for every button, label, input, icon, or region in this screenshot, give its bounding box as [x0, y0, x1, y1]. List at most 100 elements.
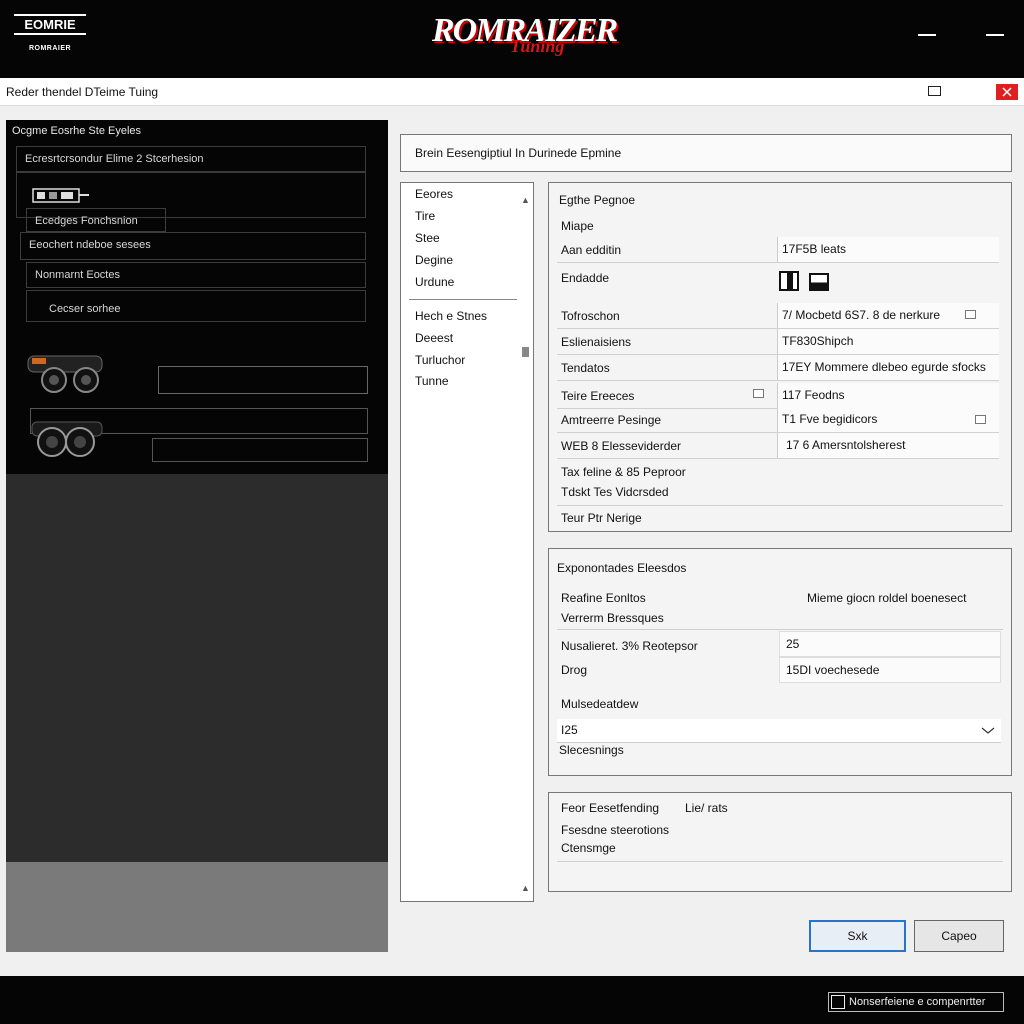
properties-subheader: Miape [561, 219, 594, 233]
left-panel-row-label: Ecedges Fonchsnion [35, 215, 138, 227]
property-row: Aan edditin 17F5B leats [557, 237, 999, 263]
scroll-down-arrow-icon[interactable]: ▲ [521, 883, 530, 893]
property-note: Tdskt Tes Vidcrsded [561, 485, 669, 499]
list-item[interactable]: Tunne [415, 374, 449, 388]
cancel-button[interactable]: Capeo [914, 920, 1004, 952]
category-list: Eeores Tire Stee Degine Urdune Hech e St… [400, 182, 534, 902]
status-indicator[interactable]: Nonserfeiene e compenrtter [828, 992, 1004, 1012]
exponentials-value: Mieme giocn roldel boenesect [807, 591, 967, 605]
property-row: Eslienaisiens TF830Shipch [557, 329, 999, 355]
left-panel-row[interactable]: Cecser sorhee [26, 290, 366, 322]
divider [557, 505, 1003, 506]
minimize-button[interactable] [916, 28, 938, 42]
notes-label: Fsesdne steerotions [561, 823, 670, 837]
left-panel-field[interactable] [152, 438, 368, 462]
list-item[interactable]: Urdune [415, 275, 454, 289]
wheel-icon [31, 421, 103, 457]
properties-header: Egthe Pegnoe [559, 193, 636, 207]
property-value[interactable]: 17 6 Amersntolsherest [777, 433, 999, 458]
ok-button[interactable]: Sxk [809, 920, 906, 952]
properties-panel: Egthe Pegnoe Miape Aan edditin 17F5B lea… [548, 182, 1012, 532]
checkbox[interactable] [753, 389, 764, 398]
notes-value: Lie/ rats [685, 801, 728, 815]
divider [557, 629, 1003, 630]
close-icon [1002, 87, 1012, 97]
property-value[interactable]: 117 Feodns [777, 383, 999, 408]
exponentials-label: Slecesnings [559, 743, 624, 757]
exponentials-panel: Exponontades Eleesdos Reafine Eonltos Mi… [548, 548, 1012, 776]
property-row: Tofroschon 7/ Mocbetd 6S7. 8 de nerkure [557, 303, 999, 329]
left-panel-row-label: Eeochert ndeboe sesees [29, 239, 151, 251]
exponentials-label: Verrerm Bressques [561, 611, 664, 625]
scrollbar-thumb[interactable] [522, 347, 529, 357]
property-row: Tendatos 17EY Mommere dlebeo egurde sfoc… [557, 355, 999, 381]
property-label: Tendatos [561, 361, 610, 375]
scroll-up-arrow-icon[interactable]: ▲ [521, 195, 530, 205]
status-bar: Nonserfeiene e compenrtter [0, 976, 1024, 1024]
list-item[interactable]: Turluchor [415, 353, 465, 367]
status-text: Nonserfeiene e compenrtter [849, 996, 986, 1008]
divider [557, 861, 1003, 862]
left-panel-row[interactable]: Ecresrtcrsondur Elime 2 Stcerhesion [16, 146, 366, 172]
left-logo: EOMRIE ROMRAIER [14, 14, 86, 58]
left-panel-row-label: Ecresrtcrsondur Elime 2 Stcerhesion [25, 153, 204, 165]
left-panel-row[interactable]: Ecedges Fonchsnion [26, 208, 166, 232]
left-panel-row[interactable]: Eeochert ndeboe sesees [20, 232, 366, 260]
exponentials-label: Reafine Eonltos [561, 591, 646, 605]
list-item[interactable]: Stee [415, 231, 440, 245]
breadcrumb: Brein Eesengiptiul In Durinede Epmine [400, 134, 1012, 172]
monitor-icon [831, 995, 845, 1009]
property-value[interactable]: TF830Shipch [777, 329, 999, 354]
dropdown-value: I25 [561, 723, 578, 737]
engine-icon [32, 188, 89, 203]
chevron-down-icon [981, 727, 995, 734]
breadcrumb-text: Brein Eesengiptiul In Durinede Epmine [415, 146, 622, 160]
property-label: Aan edditin [561, 243, 622, 257]
image-icon[interactable] [965, 310, 976, 319]
property-label: Eslienaisiens [561, 335, 632, 349]
swatch-bar-icon [787, 273, 793, 289]
property-label: Tofroschon [561, 309, 620, 323]
dialog-title: Reder thendel DTeime Tuing [6, 85, 159, 99]
left-panel-row[interactable]: Nonmarnt Eoctes [26, 262, 366, 288]
property-note: Teur Ptr Nerige [561, 511, 642, 525]
app-logo-sub: Tuning [510, 36, 565, 56]
list-item[interactable]: Tire [415, 209, 435, 223]
left-panel-footer [6, 862, 388, 952]
property-row: Amtreerre Pesinge T1 Fve begidicors [557, 407, 999, 433]
property-label: Teire Ereeces [561, 389, 635, 403]
percentage-field[interactable]: 25 [779, 631, 1001, 657]
brand-bar: EOMRIE ROMRAIER ROMRAIZER Tuning [0, 0, 1024, 78]
left-panel-field[interactable] [158, 366, 368, 394]
image-icon[interactable] [975, 415, 986, 424]
exponentials-title: Exponontades Eleesdos [557, 561, 687, 575]
close-button[interactable] [996, 84, 1018, 100]
property-value[interactable]: 17F5B leats [777, 237, 999, 262]
color-swatch-white[interactable] [779, 271, 799, 291]
list-item[interactable]: Deeest [415, 331, 453, 345]
property-value[interactable]: 17EY Mommere dlebeo egurde sfocks [777, 355, 999, 380]
dialog-title-bar: Reder thendel DTeime Tuing [0, 78, 1024, 106]
maximize-button[interactable] [928, 86, 941, 96]
list-item[interactable]: Eeores [415, 187, 453, 201]
property-label: Endadde [561, 271, 610, 285]
value-dropdown[interactable]: I25 [557, 719, 1001, 743]
list-divider [409, 299, 517, 300]
left-logo-line2: ROMRAIER [28, 45, 72, 52]
list-item[interactable]: Hech e Stnes [415, 309, 487, 323]
left-panel-top: Ocgme Eosrhe Ste Eyeles Ecresrtcrsondur … [6, 120, 388, 474]
left-logo-line1: EOMRIE [14, 14, 86, 35]
left-panel-row-label: Nonmarnt Eoctes [35, 269, 120, 281]
notes-label: Feor Eesetfending [561, 801, 660, 815]
app-logo: ROMRAIZER Tuning [432, 12, 618, 62]
property-value[interactable]: T1 Fve begidicors [777, 407, 999, 432]
notes-label: Ctensmge [561, 841, 616, 855]
window-dash-button[interactable] [984, 28, 1006, 42]
exponentials-label: Mulsedeatdew [561, 697, 639, 711]
color-swatch-black[interactable] [809, 273, 829, 291]
property-label: Amtreerre Pesinge [561, 413, 662, 427]
exponentials-label: Nusalieret. 3% Reotepsor [561, 639, 698, 653]
drog-field[interactable]: 15DI voechesede [779, 657, 1001, 683]
property-row: Teire Ereeces 117 Feodns [557, 383, 999, 409]
list-item[interactable]: Degine [415, 253, 453, 267]
